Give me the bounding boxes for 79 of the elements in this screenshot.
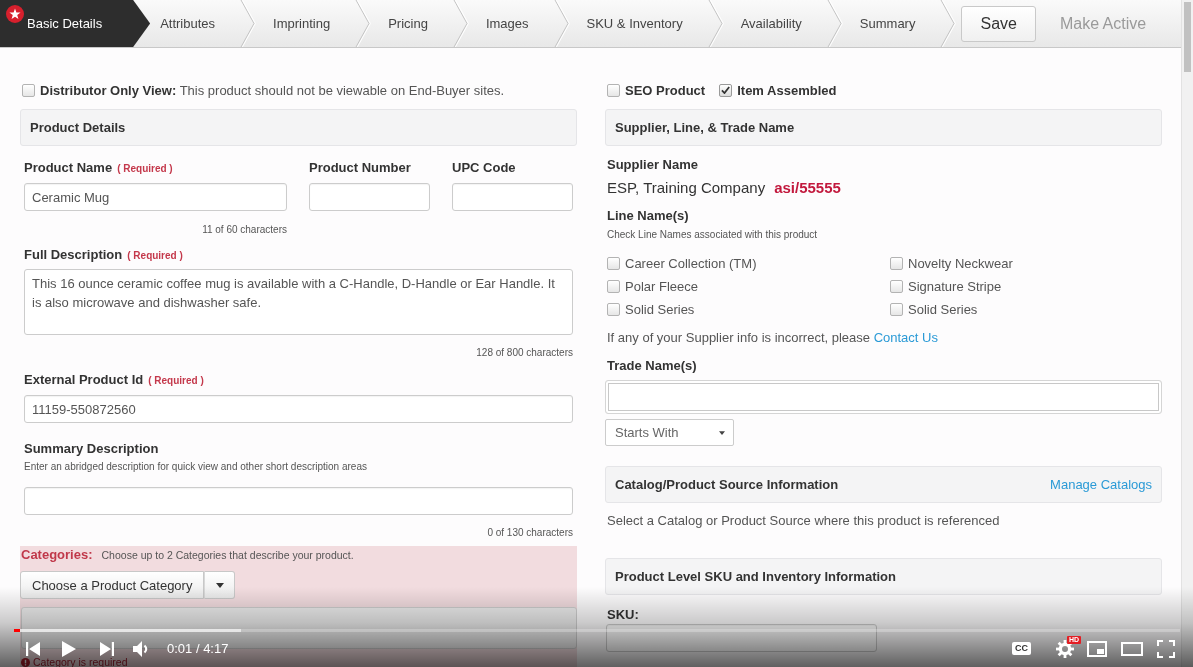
- field-label: Summary Description: [24, 442, 159, 456]
- distributor-only-note: Distributor Only View: This product should not be viewable on End-Buyer sites.: [40, 82, 505, 98]
- checkbox[interactable]: [22, 83, 35, 97]
- field-label: SKU:: [607, 608, 639, 622]
- character-counter: 128 of 800 characters: [476, 347, 573, 359]
- wizard-step-tab[interactable]: Availability: [723, 0, 827, 47]
- field-label: Line Name(s): [607, 209, 689, 223]
- supplier-contact-note: If any of your Supplier info is incorrect, please Contact Us: [607, 330, 939, 346]
- checkbox-label: SEO Product: [625, 82, 706, 98]
- field-label: Supplier Name: [607, 158, 699, 172]
- star-badge-icon: [6, 5, 24, 23]
- text-field[interactable]: [24, 487, 573, 515]
- checkbox[interactable]: [607, 83, 620, 97]
- checkbox-label: Polar Fleece: [625, 279, 698, 294]
- wizard-step-tab[interactable]: Attributes: [150, 0, 241, 47]
- wizard-step-tab[interactable]: SKU & Inventory: [569, 0, 708, 47]
- dropdown-toggle-button[interactable]: [204, 571, 236, 599]
- wizard-step-tab[interactable]: Images: [468, 0, 554, 47]
- theater-mode-icon[interactable]: [1121, 641, 1143, 656]
- categories-hint: Choose up to 2 Categories that describe your product.: [101, 549, 354, 561]
- match-select[interactable]: Starts With: [605, 419, 734, 446]
- checkbox-label: Career Collection (TM): [625, 256, 757, 271]
- scrollbar-thumb[interactable]: [1184, 2, 1191, 72]
- catalog-note: Select a Catalog or Product Source where this product is referenced: [607, 513, 1000, 529]
- section-title: Catalog/Product Source Information: [615, 477, 839, 492]
- supplier-name: ESP, Training Company: [607, 179, 766, 197]
- checkbox[interactable]: [890, 257, 903, 270]
- skip-next-icon[interactable]: [100, 641, 114, 656]
- asi-number: asi/55555: [774, 179, 841, 197]
- field-hint: Check Line Names associated with this product: [607, 229, 818, 241]
- section-title: Product Level SKU and Inventory Information: [615, 569, 896, 584]
- play-icon[interactable]: [62, 640, 76, 657]
- checkbox[interactable]: [607, 257, 620, 270]
- checkbox[interactable]: [607, 303, 620, 316]
- checkbox[interactable]: [890, 280, 903, 293]
- category-dropdown-button[interactable]: Choose a Product Category: [20, 571, 205, 599]
- field-label: Full Description: [24, 248, 123, 262]
- character-counter: 11 of 60 characters: [202, 224, 287, 236]
- wizard-step-tab[interactable]: Summary: [842, 0, 941, 47]
- field-label: UPC Code: [452, 161, 516, 175]
- checkbox-label: Solid Series: [908, 302, 978, 317]
- text-field[interactable]: Ceramic Mug: [24, 183, 287, 211]
- time-display: 0:01 / 4:17: [167, 641, 229, 656]
- required-note: ( Required ): [117, 162, 173, 176]
- toolbar-button[interactable]: Save: [961, 5, 1036, 42]
- checkbox-label: Item Assembled: [737, 82, 837, 98]
- wizard-step-tab[interactable]: Basic Details: [0, 0, 151, 47]
- fullscreen-icon[interactable]: [1157, 639, 1175, 658]
- miniplayer-icon[interactable]: [1087, 640, 1107, 657]
- tick-icon: [721, 86, 731, 94]
- skip-previous-icon[interactable]: [26, 641, 40, 656]
- character-counter: 0 of 130 characters: [487, 527, 573, 539]
- checkbox[interactable]: [719, 83, 733, 97]
- checkbox[interactable]: [607, 280, 620, 293]
- text-field[interactable]: [452, 183, 573, 211]
- wizard-step-tab[interactable]: Imprinting: [256, 0, 356, 47]
- section-title: Supplier, Line, & Trade Name: [615, 120, 795, 135]
- checkbox-label: Solid Series: [625, 302, 695, 317]
- text-field[interactable]: [309, 183, 430, 211]
- field-label: Trade Name(s): [607, 359, 697, 373]
- captions-button[interactable]: CC: [1012, 642, 1031, 655]
- field-hint: Enter an abridged description for quick view and other short description areas: [24, 461, 367, 473]
- checkbox[interactable]: [890, 303, 903, 316]
- field-label: Product Number: [309, 161, 411, 175]
- checkbox-label: Signature Stripe: [908, 279, 1002, 294]
- required-note: ( Required ): [148, 374, 204, 388]
- text-field[interactable]: 11159-550872560: [24, 395, 573, 423]
- section-title: Product Details: [30, 120, 126, 135]
- categories-label: Categories:: [21, 547, 93, 562]
- field-label: Product Name: [24, 161, 113, 175]
- trade-name-field[interactable]: [605, 380, 1162, 414]
- description-textarea[interactable]: This 16 ounce ceramic coffee mug is available with a C-Handle, D-Handle or Ear Handle. It is also microwave and dishwasher safe.: [24, 269, 573, 335]
- volume-icon[interactable]: [133, 640, 149, 657]
- sku-field[interactable]: [606, 624, 877, 652]
- wizard-step-tab[interactable]: Pricing: [371, 0, 453, 47]
- field-label: External Product Id: [24, 373, 144, 387]
- checkbox-label: Novelty Neckwear: [908, 256, 1013, 271]
- caret-icon: [719, 430, 725, 435]
- required-note: ( Required ): [127, 249, 183, 263]
